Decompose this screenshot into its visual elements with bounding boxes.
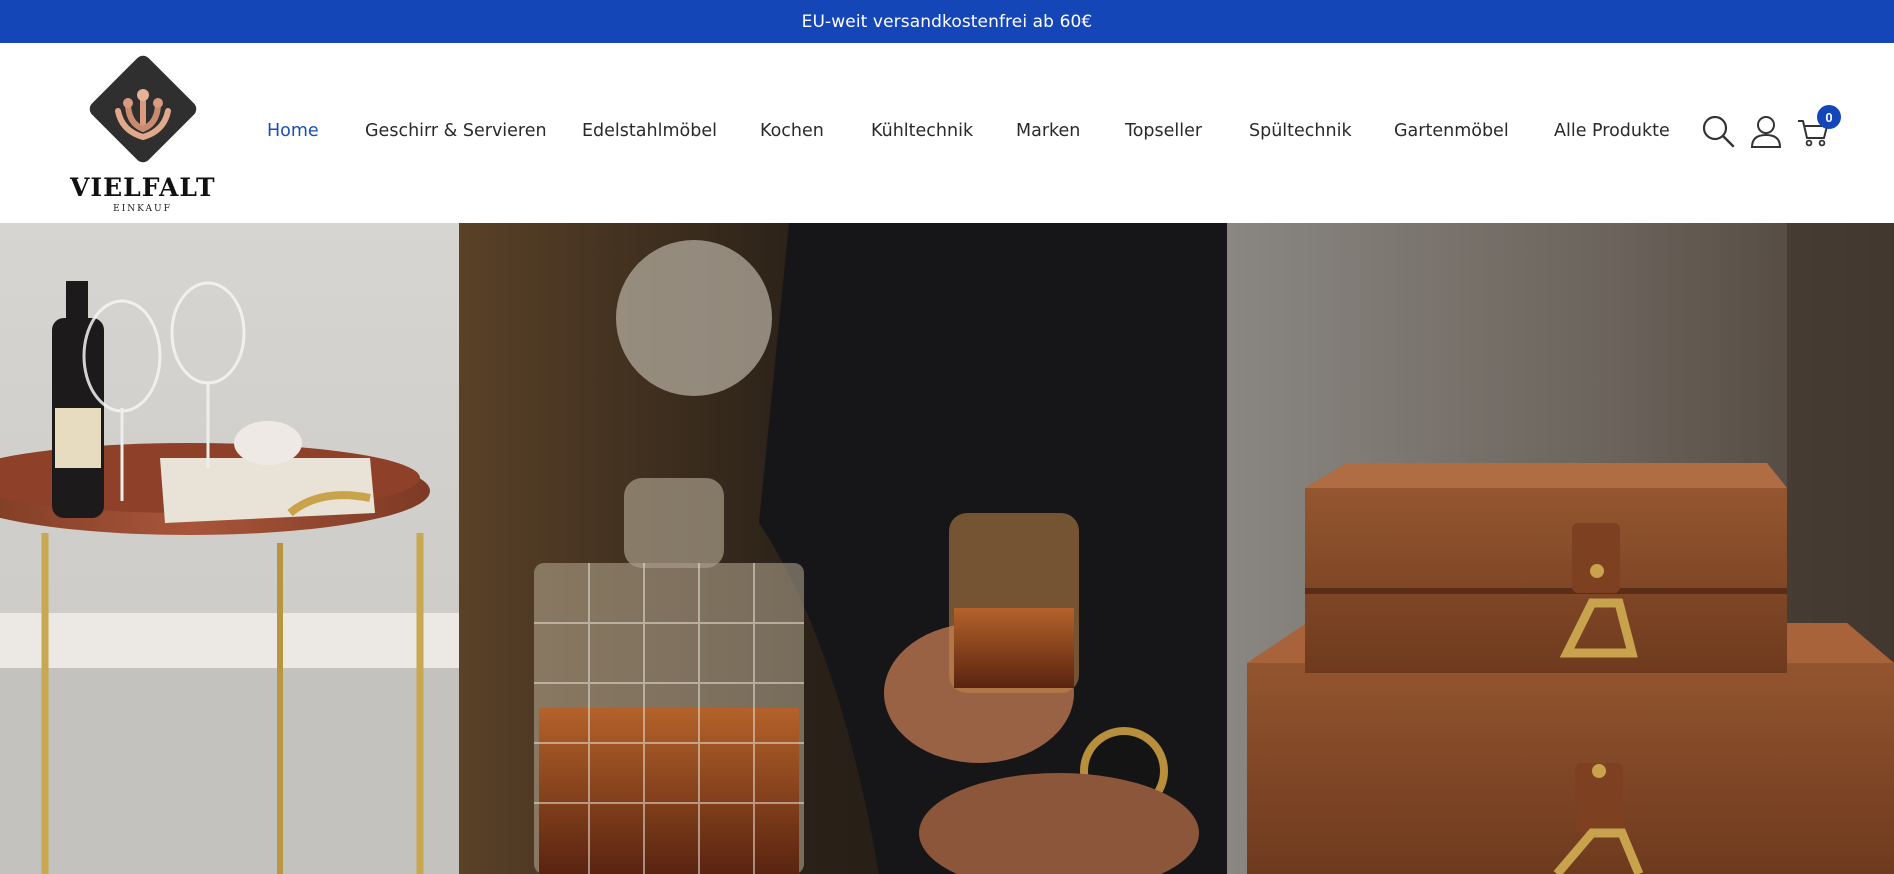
search-icon[interactable] bbox=[1700, 113, 1736, 149]
nav-item-home[interactable]: Home bbox=[267, 121, 319, 141]
nav-item-alle-produkte[interactable]: Alle Produkte bbox=[1554, 121, 1670, 141]
nav-item-marken[interactable]: Marken bbox=[1016, 121, 1080, 141]
main-nav: Home Geschirr & Servieren Edelstahlmöbel… bbox=[0, 43, 1894, 223]
hero-image-leather-boxes[interactable] bbox=[1227, 223, 1894, 874]
announcement-bar: EU-weit versandkostenfrei ab 60€ bbox=[0, 0, 1894, 43]
nav-item-topseller[interactable]: Topseller bbox=[1125, 121, 1202, 141]
hero-image-decanter[interactable] bbox=[459, 223, 1227, 874]
nav-item-geschirr-servieren[interactable]: Geschirr & Servieren bbox=[365, 121, 547, 141]
nav-item-kuehltechnik[interactable]: Kühltechnik bbox=[871, 121, 973, 141]
nav-item-edelstahlmoebel[interactable]: Edelstahlmöbel bbox=[582, 121, 717, 141]
nav-item-gartenmoebel[interactable]: Gartenmöbel bbox=[1394, 121, 1509, 141]
user-icon[interactable] bbox=[1748, 113, 1784, 149]
nav-item-kochen[interactable]: Kochen bbox=[760, 121, 824, 141]
announcement-text: EU-weit versandkostenfrei ab 60€ bbox=[801, 11, 1093, 32]
hero-banner bbox=[0, 223, 1894, 874]
nav-item-spueltechnik[interactable]: Spültechnik bbox=[1249, 121, 1352, 141]
hero-image-tray-table[interactable] bbox=[0, 223, 459, 874]
site-header: VIELFALT EINKAUF Home Geschirr & Servier… bbox=[0, 43, 1894, 223]
cart-count-badge: 0 bbox=[1817, 105, 1841, 129]
cart-icon[interactable]: 0 bbox=[1795, 105, 1841, 149]
